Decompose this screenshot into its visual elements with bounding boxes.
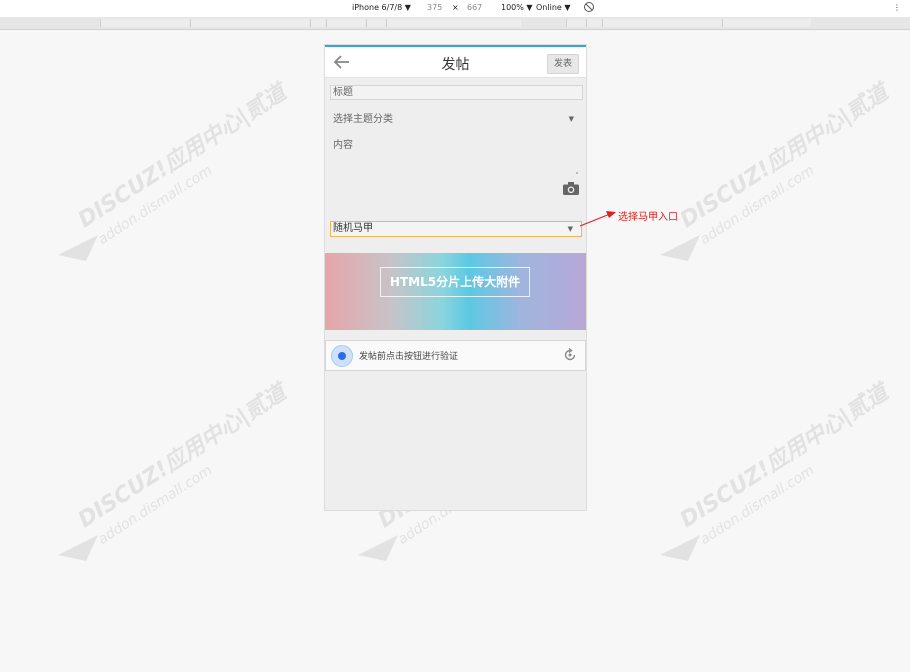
ruler-segment[interactable]: [100, 19, 189, 27]
zoom-select[interactable]: 100% ▼: [501, 3, 533, 12]
category-select[interactable]: 选择主题分类 ▼: [330, 112, 582, 127]
watermark-logo-icon: [358, 535, 398, 561]
content-textarea[interactable]: 内容: [330, 139, 582, 153]
ruler-segment[interactable]: [602, 19, 721, 27]
title-input[interactable]: 标题: [330, 85, 583, 100]
camera-icon[interactable]: [563, 182, 579, 195]
ruler-segment[interactable]: [566, 19, 585, 27]
watermark: DISCUZ!应用中心|贰道 addon.dismall.com: [660, 380, 893, 580]
dimension-separator: ×: [452, 3, 459, 12]
watermark: DISCUZ!应用中心|贰道 addon.dismall.com: [660, 80, 893, 280]
dropdown-arrow-icon: ▼: [567, 225, 573, 233]
watermark: DISCUZ!应用中心|贰道 addon.dismall.com: [58, 380, 291, 580]
viewport-height[interactable]: 667: [467, 3, 482, 12]
refresh-icon[interactable]: [563, 348, 577, 362]
ruler-segment[interactable]: [722, 19, 811, 27]
ruler-segment[interactable]: [366, 19, 385, 27]
dropdown-arrow-icon: ▼: [568, 115, 574, 123]
watermark-logo-icon: [660, 235, 700, 261]
watermark-logo-icon: [58, 235, 98, 261]
verify-text: 发帖前点击按钮进行验证: [359, 352, 459, 362]
verify-button-icon[interactable]: [331, 345, 353, 367]
devtools-toolbar: iPhone 6/7/8 ▼ 375 × 667 100% ▼ Online ▼…: [0, 0, 910, 17]
publish-button[interactable]: 发表: [547, 54, 579, 74]
ruler-segment[interactable]: [586, 19, 601, 27]
ruler-segment[interactable]: [310, 19, 325, 27]
annotation-label: 选择马甲入口: [618, 212, 678, 223]
ruler-segment[interactable]: [326, 19, 365, 27]
category-select-label: 选择主题分类: [333, 114, 393, 125]
device-select[interactable]: iPhone 6/7/8 ▼: [352, 3, 411, 12]
viewport-width[interactable]: 375: [427, 3, 442, 12]
more-menu-icon[interactable]: ⋮: [893, 3, 901, 12]
mobile-viewport: 发帖 发表 标题 选择主题分类 ▼ 内容 随机马甲 ▼ HTML5分片上传大附件…: [324, 44, 587, 511]
upload-banner-text: HTML5分片上传大附件: [380, 267, 530, 297]
majia-select[interactable]: 随机马甲 ▼: [330, 221, 582, 237]
network-select[interactable]: Online ▼: [536, 3, 571, 12]
watermark-logo-icon: [660, 535, 700, 561]
separator-dot: [576, 172, 578, 174]
majia-select-value: 随机马甲: [333, 223, 373, 234]
watermark-logo-icon: [58, 535, 98, 561]
page-header: 发帖 发表: [325, 47, 586, 78]
captcha-verify[interactable]: 发帖前点击按钮进行验证: [325, 340, 586, 371]
media-query-ruler[interactable]: [0, 17, 910, 30]
watermark: DISCUZ!应用中心|贰道 addon.dismall.com: [58, 80, 291, 280]
upload-banner[interactable]: HTML5分片上传大附件: [325, 253, 586, 330]
rotate-icon[interactable]: [583, 1, 595, 15]
ruler-segment[interactable]: [386, 19, 521, 27]
ruler-segment[interactable]: [190, 19, 309, 27]
